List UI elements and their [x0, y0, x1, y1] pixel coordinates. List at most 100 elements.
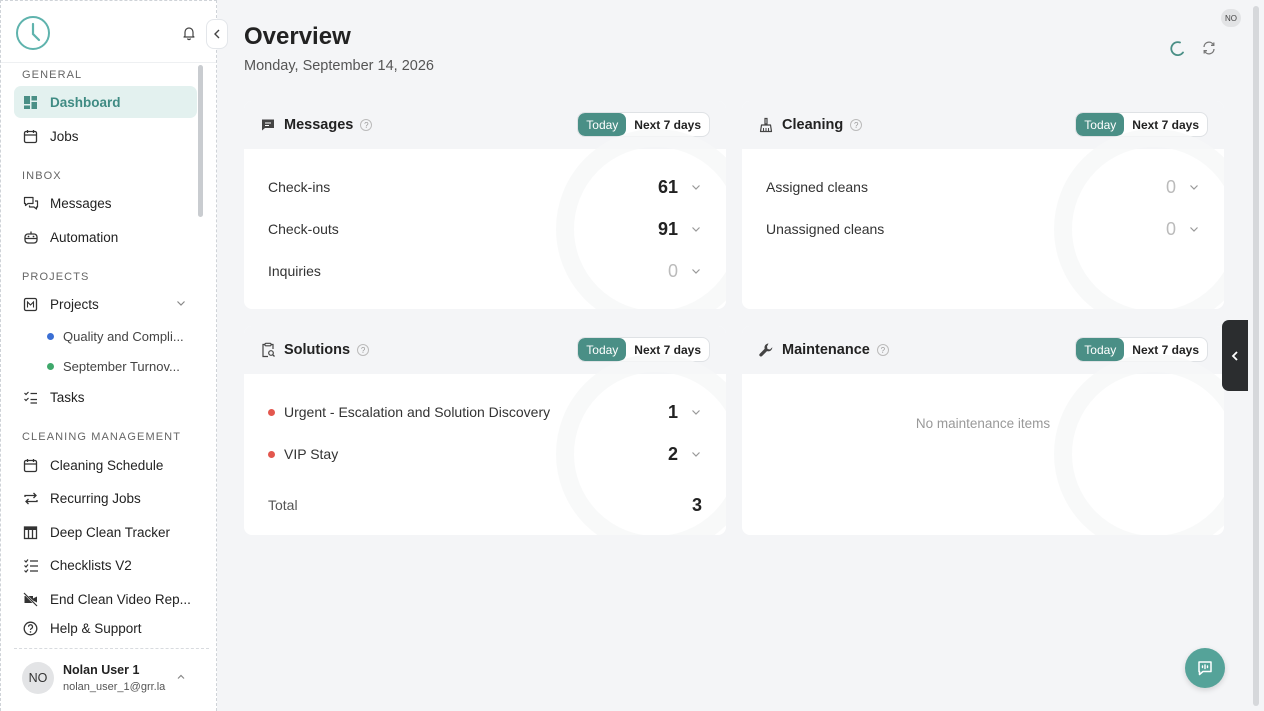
help-circle-icon: [22, 620, 39, 637]
tasks-icon: [22, 389, 39, 406]
stat-value: 0: [667, 260, 678, 281]
card-body: No maintenance items: [742, 354, 1224, 535]
project-calendar-icon: [22, 296, 39, 313]
video-off-icon: [22, 591, 39, 608]
sidebar-item-jobs[interactable]: Jobs: [14, 120, 197, 152]
section-projects: PROJECTS: [22, 271, 90, 283]
project-color-dot: [47, 332, 54, 340]
sidebar-nav[interactable]: GENERAL Dashboard Jobs INBOX Messages Au…: [1, 63, 217, 648]
stat-value: 2: [667, 443, 678, 464]
sidebar-item-label: Help & Support: [50, 620, 142, 636]
stat-label: Assigned cleans: [766, 179, 868, 195]
chevron-down-icon[interactable]: [690, 181, 702, 193]
chevron-left-icon: [214, 29, 220, 39]
dashboard-icon: [22, 94, 39, 111]
page-title: Overview: [244, 23, 351, 50]
main-content: Overview Monday, September 14, 2026 NO M…: [217, 0, 1264, 711]
stat-row-assigned-cleans[interactable]: Assigned cleans 0: [766, 175, 1200, 199]
sidebar-item-checklists[interactable]: Checklists V2: [14, 549, 197, 581]
today-button[interactable]: Today: [1076, 113, 1125, 136]
help-icon[interactable]: ?: [850, 119, 863, 131]
sidebar-item-dashboard[interactable]: Dashboard: [14, 86, 197, 118]
stat-row-unassigned-cleans[interactable]: Unassigned cleans 0: [766, 217, 1200, 241]
chat-icon: [1198, 661, 1212, 676]
clock-logo-icon[interactable]: [15, 15, 51, 51]
sidebar-item-deep-clean-tracker[interactable]: Deep Clean Tracker: [14, 516, 197, 548]
project-item-quality[interactable]: Quality and Compli...: [47, 324, 197, 348]
card-title: Messages: [284, 117, 354, 133]
table-icon: [22, 524, 39, 541]
sidebar-scrollbar[interactable]: [198, 65, 203, 217]
stat-label: Unassigned cleans: [766, 221, 885, 237]
sidebar-item-recurring-jobs[interactable]: Recurring Jobs: [14, 482, 197, 514]
user-menu[interactable]: NO Nolan User 1 nolan_user_1@grr.la: [14, 648, 209, 706]
chevron-down-icon[interactable]: [1188, 223, 1200, 235]
chevron-down-icon[interactable]: [690, 406, 702, 418]
stat-value: 0: [1165, 176, 1176, 197]
help-icon[interactable]: ?: [360, 119, 373, 131]
stat-label: VIP Stay: [284, 446, 339, 462]
today-button[interactable]: Today: [578, 338, 627, 361]
expand-right-panel-button[interactable]: [1222, 320, 1248, 391]
stat-row-check-outs[interactable]: Check-outs 91: [268, 217, 702, 241]
checklist-icon: [22, 557, 39, 574]
card-body: Check-ins 61 Check-outs 91 Inquiries 0: [244, 129, 726, 309]
card-title: Solutions: [284, 342, 351, 358]
loading-spinner-icon: [1170, 41, 1184, 56]
messages-card: Messages ? Today Next 7 days Check-ins 6…: [244, 101, 726, 309]
sidebar-item-label: Dashboard: [50, 94, 121, 110]
stat-label: Check-outs: [268, 221, 339, 237]
sidebar-item-automation[interactable]: Automation: [14, 221, 197, 253]
stat-value: 0: [1165, 218, 1176, 239]
sidebar-header: [1, 1, 216, 63]
main-scrollbar[interactable]: [1253, 6, 1259, 706]
project-label: Quality and Compli...: [63, 328, 184, 344]
chat-button[interactable]: [1185, 648, 1225, 688]
stat-value: 61: [657, 176, 678, 197]
stat-label: Check-ins: [268, 179, 331, 195]
refresh-icon[interactable]: [1201, 40, 1217, 56]
page-date: Monday, September 14, 2026: [244, 58, 434, 74]
sidebar-item-help[interactable]: Help & Support: [14, 612, 197, 644]
chevron-down-icon[interactable]: [175, 297, 187, 309]
stat-row-inquiries[interactable]: Inquiries 0: [268, 259, 702, 283]
sidebar-item-label: End Clean Video Rep...: [50, 591, 191, 607]
today-button[interactable]: Today: [1076, 338, 1125, 361]
project-color-dot: [47, 362, 54, 370]
collapse-sidebar-button[interactable]: [206, 19, 228, 49]
chevron-down-icon[interactable]: [1188, 181, 1200, 193]
bell-icon[interactable]: [181, 25, 197, 41]
sidebar-item-label: Deep Clean Tracker: [50, 524, 171, 540]
solutions-card: Solutions ? Today Next 7 days Urgent - E…: [244, 326, 726, 535]
calendar-icon: [22, 128, 39, 145]
sidebar-item-end-clean-video[interactable]: End Clean Video Rep...: [14, 583, 197, 615]
help-icon[interactable]: ?: [357, 344, 370, 356]
message-icon: [260, 117, 276, 133]
sidebar-item-tasks[interactable]: Tasks: [14, 381, 197, 413]
sidebar-item-messages[interactable]: Messages: [14, 187, 197, 219]
project-item-september[interactable]: September Turnov...: [47, 354, 197, 378]
today-button[interactable]: Today: [578, 113, 627, 136]
stat-row-check-ins[interactable]: Check-ins 61: [268, 175, 702, 199]
sidebar-item-projects[interactable]: Projects: [14, 288, 197, 320]
solution-row-vip-stay[interactable]: VIP Stay 2: [268, 442, 702, 466]
calendar-icon: [22, 457, 39, 474]
user-badge[interactable]: NO: [1221, 9, 1241, 27]
sidebar-item-label: Checklists V2: [50, 557, 132, 573]
sidebar-item-label: Recurring Jobs: [50, 490, 141, 506]
chevron-down-icon[interactable]: [690, 448, 702, 460]
help-icon[interactable]: ?: [876, 344, 889, 356]
chevron-up-icon[interactable]: [175, 671, 187, 683]
total-label: Total: [268, 497, 298, 513]
solutions-total-row: Total 3: [268, 493, 702, 517]
messages-icon: [22, 195, 39, 212]
card-body: Urgent - Escalation and Solution Discove…: [244, 354, 726, 535]
user-name: Nolan User 1: [63, 662, 140, 677]
sidebar-item-cleaning-schedule[interactable]: Cleaning Schedule: [14, 449, 197, 481]
chevron-down-icon[interactable]: [690, 265, 702, 277]
status-dot: [268, 408, 275, 416]
user-email: nolan_user_1@grr.la: [63, 680, 166, 693]
chevron-down-icon[interactable]: [690, 223, 702, 235]
card-title: Cleaning: [782, 117, 844, 133]
solution-row-urgent[interactable]: Urgent - Escalation and Solution Discove…: [268, 400, 702, 424]
